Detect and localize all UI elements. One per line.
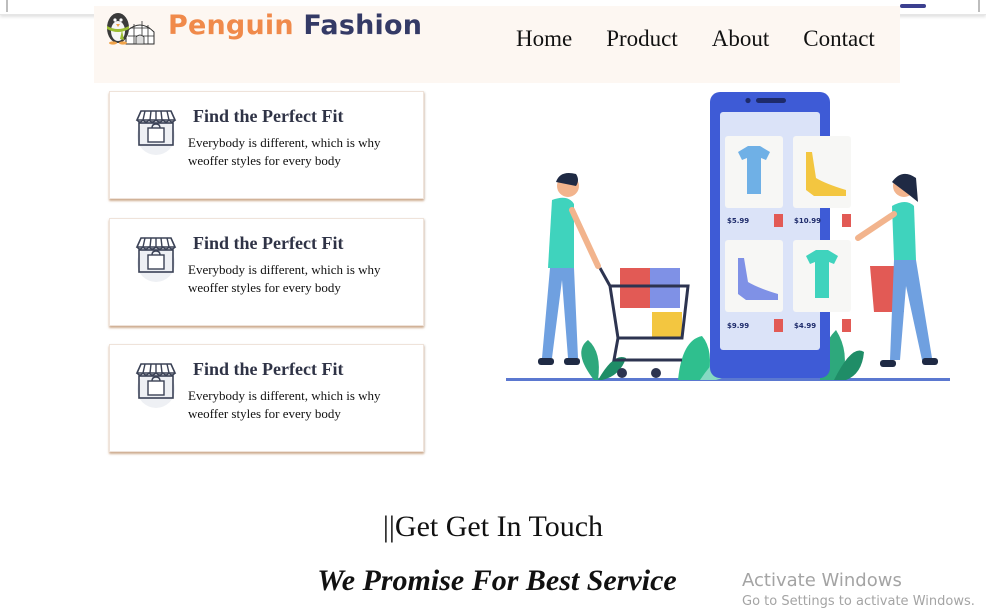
- brand-name-part1: Penguin: [168, 10, 294, 41]
- nav-about-link[interactable]: About: [712, 26, 770, 52]
- feature-card: Find the Perfect Fit Everybody is differ…: [109, 91, 424, 199]
- window-accent-bar: [900, 4, 926, 8]
- price-label: $9.99: [727, 322, 749, 330]
- activate-windows-watermark: Activate Windows Go to Settings to activ…: [742, 570, 975, 609]
- price-tag: [774, 319, 783, 332]
- ground-line: [506, 378, 950, 381]
- window-edge-left: [6, 0, 8, 12]
- price-label: $5.99: [727, 217, 749, 225]
- watermark-subtitle: Go to Settings to activate Windows.: [742, 594, 975, 609]
- product-tile: [793, 240, 851, 312]
- shop-bag-icon: [135, 110, 177, 155]
- brand-name[interactable]: Penguin Fashion: [168, 10, 422, 41]
- feature-card-text: Everybody is different, which is why weo…: [188, 388, 381, 421]
- watermark-title: Activate Windows: [742, 570, 902, 591]
- window-edge-right: [978, 0, 980, 12]
- main-nav: Home Product About Contact: [516, 26, 875, 52]
- nav-product-link[interactable]: Product: [606, 26, 678, 52]
- nav-home-link[interactable]: Home: [516, 26, 572, 52]
- price-tag: [842, 319, 851, 332]
- price-tag: [842, 214, 851, 227]
- price-label: $10.99: [794, 217, 821, 225]
- product-tile: [793, 136, 851, 208]
- product-tile: [725, 240, 783, 312]
- site-header: Penguin Fashion Home Product About Conta…: [94, 6, 900, 83]
- man-shopper: [538, 173, 601, 365]
- phone-device: [710, 92, 830, 378]
- feature-card-title: Find the Perfect Fit: [193, 233, 344, 253]
- woman-shopper: [855, 173, 938, 367]
- online-shopping-illustration: $5.99 $10.99 $9.99 $4.99: [506, 92, 950, 381]
- feature-card-text: Everybody is different, which is why weo…: [188, 262, 381, 295]
- feature-card-title: Find the Perfect Fit: [193, 359, 344, 379]
- shop-bag-icon: [135, 363, 177, 408]
- brand-name-part2: Fashion: [303, 10, 423, 41]
- feature-card: Find the Perfect Fit Everybody is differ…: [109, 218, 424, 326]
- feature-card-text: Everybody is different, which is why weo…: [188, 135, 381, 168]
- shop-bag-icon: [135, 237, 177, 282]
- get-in-touch-heading: ||Get Get In Touch: [382, 510, 604, 543]
- price-label: $4.99: [794, 322, 816, 330]
- price-tag: [774, 214, 783, 227]
- shopping-cart: [598, 267, 690, 378]
- feature-card: Find the Perfect Fit Everybody is differ…: [109, 344, 424, 452]
- penguin-igloo-logo-icon[interactable]: [96, 6, 156, 46]
- feature-card-title: Find the Perfect Fit: [193, 106, 344, 126]
- nav-contact-link[interactable]: Contact: [803, 26, 875, 52]
- product-tile: [725, 136, 783, 208]
